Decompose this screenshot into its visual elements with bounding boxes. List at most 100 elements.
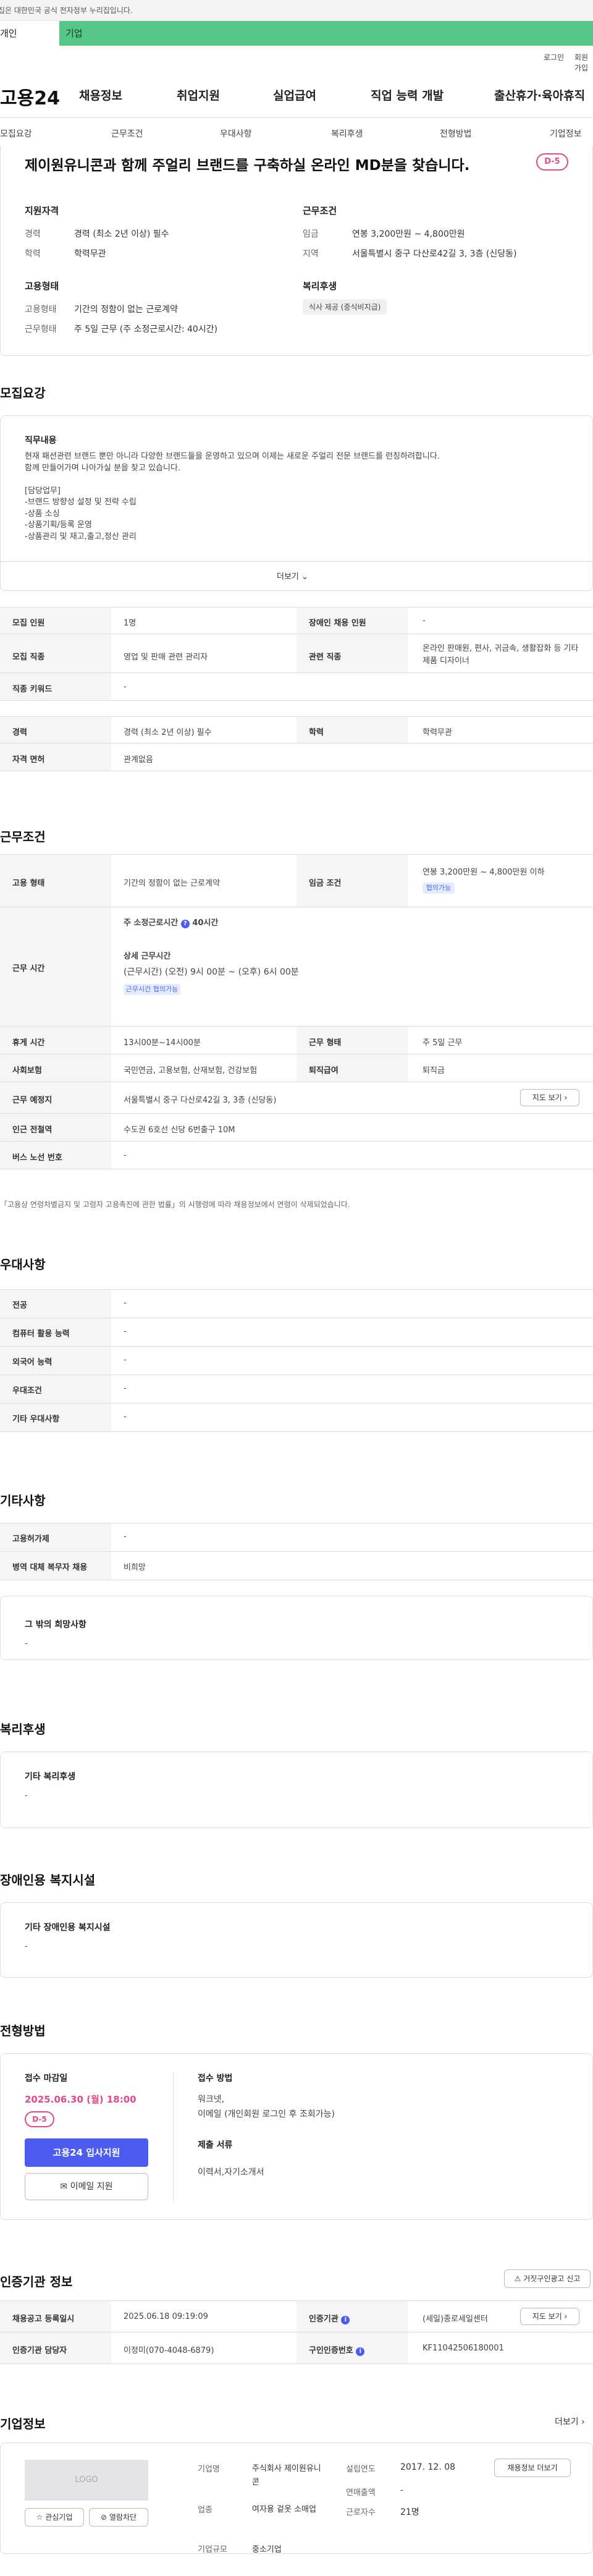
- etc-row-label: 고용허가제: [12, 1535, 49, 1544]
- login-link[interactable]: 로그인: [544, 52, 564, 62]
- company-more-link[interactable]: 더보기 ›: [555, 2415, 585, 2428]
- mgr-label: 인증기관 담당자: [12, 2346, 67, 2355]
- rest-value: 13시00분~14시00분: [124, 1038, 201, 1048]
- snb-welfare[interactable]: 복리후생: [331, 127, 363, 140]
- etc-row-value: 비희망: [124, 1563, 146, 1572]
- snb-apply[interactable]: 전형방법: [440, 127, 472, 140]
- map-button[interactable]: 지도 보기 ›: [520, 1089, 579, 1106]
- gov-banner-text: 이 누리집은 대한민국 공식 전자정부 누리집입니다.: [0, 6, 133, 15]
- report-button[interactable]: ⚠ 거짓구인광고 신고: [504, 2269, 591, 2288]
- row-line: [0, 716, 593, 717]
- gnb-leave[interactable]: 출산휴가·육아휴직: [494, 87, 585, 103]
- pay-negotiable-tag: 협의가능: [423, 883, 455, 894]
- pref-row-label: 외국어 능력: [12, 1358, 53, 1367]
- job-value: 영업 및 판매 관련 관리자: [124, 653, 208, 662]
- rest-label: 휴게 시간: [12, 1038, 45, 1048]
- snb-company[interactable]: 기업정보: [550, 127, 582, 140]
- pay-label: 임금: [303, 229, 319, 239]
- work-title: 근무조건: [0, 829, 46, 844]
- docs-title: 제출 서류: [198, 2140, 233, 2150]
- info-icon[interactable]: i: [356, 2347, 365, 2356]
- gnb-benefit[interactable]: 실업급여: [273, 87, 316, 103]
- org-map-button[interactable]: 지도 보기 ›: [520, 2308, 579, 2325]
- etc-row-label: 병역 대체 복무자 채용: [12, 1563, 88, 1572]
- method-title: 접수 방법: [198, 2074, 233, 2083]
- edu-value: 학력무관: [74, 249, 106, 259]
- info-icon[interactable]: i: [341, 2316, 350, 2324]
- bus-label: 버스 노선 번호: [12, 1153, 62, 1163]
- wpay-value: 연봉 3,200만원 ~ 4,800만원 이하: [423, 868, 545, 877]
- worktype-value: 주 5일 근무 (주 소정근로시간: 40시간): [74, 324, 218, 334]
- info-icon[interactable]: ?: [180, 920, 190, 928]
- tab-person[interactable]: 개인: [0, 21, 59, 46]
- org-map-label: 지도 보기: [532, 2312, 562, 2321]
- job-title: 제이원유니콘과 함께 주얼리 브랜드를 구축하실 온라인 MD분을 찾습니다.: [25, 158, 470, 174]
- email-apply-button[interactable]: ✉ 이메일 지원: [25, 2173, 148, 2200]
- edu-label: 학력: [25, 249, 41, 259]
- fav-company-button[interactable]: ☆ 관심기업: [25, 2508, 84, 2527]
- snb-pref[interactable]: 우대사항: [220, 127, 252, 140]
- shift-label: 근무 형태: [309, 1038, 342, 1048]
- cert-title: 인증기관 정보: [0, 2274, 73, 2289]
- etc-title: 기타사항: [0, 1493, 46, 1508]
- chevron-right-icon: ›: [564, 2312, 568, 2321]
- industry-label: 업종: [198, 2506, 212, 2515]
- welfare-section-title: 복리후생: [0, 1722, 46, 1737]
- deadline-title: 접수 마감일: [25, 2074, 68, 2083]
- tab-biz[interactable]: 기업: [59, 21, 593, 46]
- company-jobs-button[interactable]: 채용정보 더보기: [494, 2459, 571, 2477]
- hours-detail: (근무시간) (오전) 9시 00분 ~ (오후) 6시 00분: [124, 967, 299, 977]
- row-line: [0, 700, 593, 701]
- hours-negotiable-tag: 근무시간 협의가능: [124, 984, 180, 995]
- company-more-label: 더보기: [555, 2417, 579, 2427]
- site-logo[interactable]: 고용24: [0, 83, 60, 110]
- lic-value: 관계없음: [124, 755, 153, 765]
- snb-work[interactable]: 근무조건: [111, 127, 143, 140]
- redu-value: 학력무관: [423, 728, 452, 737]
- career-value: 경력 (최소 2년 이상) 필수: [74, 229, 169, 239]
- apply-divider: [173, 2072, 174, 2201]
- join-link[interactable]: 회원가입: [574, 52, 593, 73]
- apply-button[interactable]: 고용24 입사지원: [25, 2138, 148, 2167]
- email-apply-label: 이메일 지원: [70, 2182, 113, 2192]
- disabled-label: 장애인 채용 인원: [309, 619, 366, 628]
- age-note: 「고용상 연령차별금지 및 고령자 고용촉진에 관한 법률」의 시행령에 따라 …: [0, 1200, 350, 1209]
- disabled-card: [0, 1902, 593, 1978]
- gnb-jobs[interactable]: 채용정보: [79, 87, 122, 103]
- wemp-label: 고용 형태: [12, 879, 45, 888]
- reg-label: 채용공고 등록일시: [12, 2315, 75, 2324]
- company-logo-placeholder: LOGO: [25, 2460, 148, 2501]
- gnb-training[interactable]: 직업 능력 개발: [371, 87, 444, 103]
- sales-label: 연매출액: [346, 2488, 376, 2498]
- block-icon: ⊘: [100, 2513, 107, 2522]
- shift-value: 주 5일 근무: [423, 1038, 463, 1048]
- emp-title: 고용형태: [25, 281, 59, 292]
- hours-label: 근무 시간: [12, 964, 45, 973]
- block-company-button[interactable]: ⊘ 열람차단: [89, 2508, 148, 2527]
- pref-row-value: -: [124, 1299, 127, 1308]
- rel-label: 관련 직종: [309, 653, 342, 662]
- fav-company-label: 관심기업: [45, 2513, 73, 2522]
- employees-value: 21명: [400, 2507, 419, 2517]
- hope-title: 그 밖의 희망사항: [25, 1620, 86, 1630]
- subway-value: 수도권 6호선 신당 6번출구 10M: [124, 1125, 235, 1135]
- place-label: 근무 예정지: [12, 1096, 53, 1105]
- gov-banner: 이 누리집은 대한민국 공식 전자정부 누리집입니다.: [0, 0, 593, 21]
- gnb-support[interactable]: 취업지원: [177, 87, 220, 103]
- place-value: 서울특별시 중구 다산로42길 3, 3층 (신당동): [124, 1096, 277, 1105]
- job-more-button[interactable]: 더보기 ⌄: [277, 570, 308, 582]
- block-company-label: 열람차단: [109, 2513, 137, 2522]
- welfare-card: [0, 1752, 593, 1828]
- emptype-label: 고용형태: [25, 305, 57, 315]
- welfare-tag: 식사 제공 (중식비지급): [303, 299, 387, 315]
- career-label: 경력: [25, 229, 41, 239]
- disabled-value: -: [423, 616, 426, 625]
- wemp-value: 기간의 정함이 없는 근로계약: [124, 879, 220, 888]
- header-divider: [0, 117, 593, 118]
- snb-recruit[interactable]: 모집요강: [0, 127, 32, 140]
- kw-label: 직종 키워드: [12, 685, 53, 694]
- cond-title: 근무조건: [303, 205, 337, 216]
- num-label: 구인인증번호 i: [309, 2344, 365, 2356]
- disabled-box-title: 기타 장애인용 복지시설: [25, 1923, 111, 1933]
- hope-card: [0, 1596, 593, 1660]
